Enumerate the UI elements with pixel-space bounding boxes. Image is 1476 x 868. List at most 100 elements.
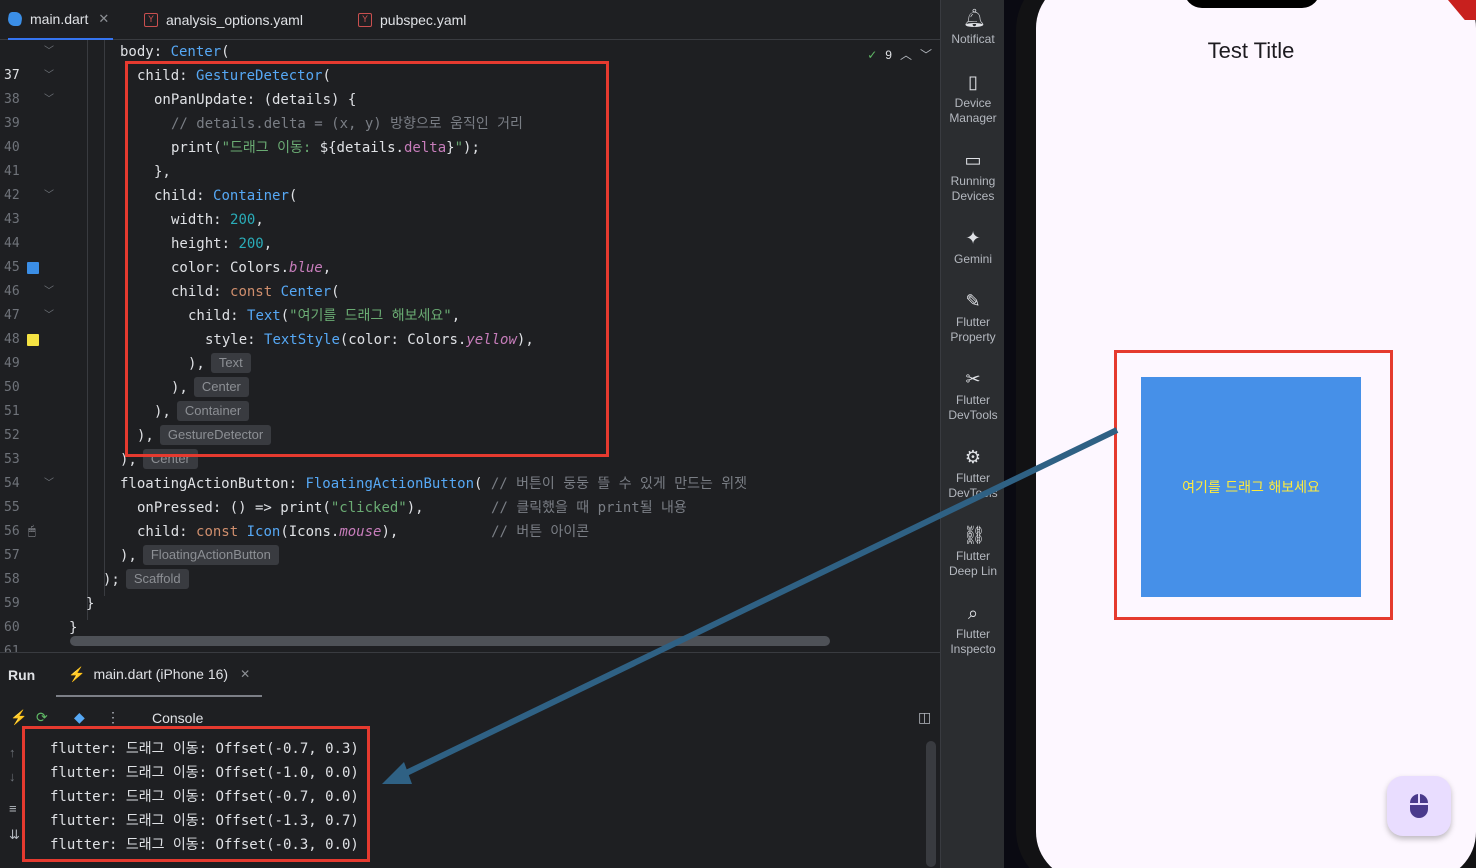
- tool-window-strip: 🔔︎ Notificat ▯ Device Manager ▭ Running …: [940, 0, 1004, 868]
- hot-restart-icon[interactable]: ⟳: [36, 709, 48, 726]
- tool-flutter-property[interactable]: ✎ Flutter Property: [941, 291, 1005, 345]
- run-panel-title: Run: [8, 667, 36, 683]
- fold-icon[interactable]: ﹀: [44, 64, 54, 88]
- tool-flutter-devtools-ext[interactable]: ⚙ Flutter DevTools: [941, 447, 1005, 501]
- tab-main-dart[interactable]: main.dart ✕: [6, 0, 114, 40]
- code-line: 40 // details.delta = (x, y) 방향으로 움직인 거리: [0, 112, 940, 155]
- layout-icon[interactable]: ◫: [918, 709, 931, 726]
- code-line: 55 ﹀ floatingActionButton: FloatingActio…: [0, 472, 940, 515]
- tool-label: Device: [954, 96, 992, 110]
- running-devices-icon: ▭: [964, 150, 982, 170]
- closing-label-hint: Container: [176, 401, 250, 421]
- code-line: 49 style: TextStyle(color: Colors.yellow…: [0, 328, 940, 371]
- code-line: 53 ), GestureDetector: [0, 424, 940, 467]
- tab-run-config[interactable]: ⚡ main.dart (iPhone 16) ✕: [56, 653, 263, 697]
- tool-label: Devices: [951, 189, 995, 203]
- devtools-icon: ✂: [965, 369, 981, 389]
- tab-label: pubspec.yaml: [380, 12, 467, 28]
- fold-icon[interactable]: ﹀: [44, 472, 54, 496]
- arrow-down-icon[interactable]: ↓: [9, 769, 16, 784]
- tool-label: Flutter: [955, 549, 990, 563]
- tab-pubspec[interactable]: Y pubspec.yaml: [358, 0, 466, 40]
- hot-reload-icon[interactable]: ⚡: [10, 709, 27, 726]
- tool-label: Inspecto: [950, 642, 996, 656]
- code-line: 41 print("드래그 이동: ${details.delta}");: [0, 136, 940, 179]
- bell-icon: 🔔︎: [963, 8, 986, 28]
- run-config-label: main.dart (iPhone 16): [93, 666, 229, 682]
- more-vertical-icon[interactable]: ⋮: [106, 709, 120, 726]
- closing-label-hint: Scaffold: [125, 569, 189, 589]
- device-manager-icon: ▯: [968, 72, 978, 92]
- code-line: 38 ﹀ child: GestureDetector(: [0, 64, 940, 107]
- horizontal-scrollbar[interactable]: [70, 636, 830, 646]
- tab-label: analysis_options.yaml: [166, 12, 303, 28]
- highlight-box: [1114, 350, 1393, 620]
- tool-flutter-deep-links[interactable]: ⛓ Flutter Deep Lin: [941, 525, 1005, 579]
- code-line: 51 ), Center: [0, 376, 940, 419]
- closing-label-hint: Center: [193, 377, 249, 397]
- tab-analysis-options[interactable]: Y analysis_options.yaml: [144, 0, 303, 40]
- editor-tab-bar: main.dart ✕ Y analysis_options.yaml Y pu…: [0, 0, 940, 40]
- close-icon[interactable]: ✕: [98, 11, 109, 27]
- tool-label: DevTools: [948, 408, 998, 422]
- code-editor[interactable]: ✓ 9 ︿ ﹀ 37 ﹀ body: Center( 38 ﹀ child: G…: [0, 40, 940, 652]
- console-tab[interactable]: Console: [152, 710, 203, 726]
- pencil-icon: ✎: [965, 291, 981, 311]
- tool-flutter-devtools[interactable]: ✂ Flutter DevTools: [941, 369, 1005, 423]
- code-line: 54 ), Center: [0, 448, 940, 491]
- fold-icon[interactable]: ﹀: [44, 280, 54, 304]
- vertical-scrollbar[interactable]: [926, 741, 936, 867]
- code-line: 59 ); Scaffold: [0, 568, 940, 611]
- run-tab-bar: Run ⚡ main.dart (iPhone 16) ✕: [0, 653, 940, 697]
- code-line: 45 height: 200,: [0, 232, 940, 275]
- fold-icon[interactable]: ﹀: [44, 40, 54, 64]
- tool-gemini[interactable]: ✦ Gemini: [941, 228, 1005, 267]
- soft-wrap-icon[interactable]: ≡: [9, 801, 17, 816]
- code-line: 50 ), Text: [0, 352, 940, 395]
- tool-label: Flutter: [955, 627, 990, 641]
- tool-label: Flutter: [955, 471, 990, 485]
- mouse-icon: [1410, 794, 1428, 818]
- code-line: 47 ﹀ child: const Center(: [0, 280, 940, 323]
- dart-file-icon: [6, 12, 24, 26]
- code-line: 39 ﹀ onPanUpdate: (details) {: [0, 88, 940, 131]
- code-line: 46 color: Colors.blue,: [0, 256, 940, 299]
- yaml-file-icon: Y: [358, 13, 372, 27]
- code-line: 44 width: 200,: [0, 208, 940, 251]
- mouse-icon[interactable]: 🖱: [28, 520, 36, 544]
- fold-icon[interactable]: ﹀: [44, 304, 54, 328]
- tool-label: Property: [950, 330, 996, 344]
- tool-label: Notificat: [951, 32, 995, 46]
- tab-label: main.dart: [30, 11, 89, 27]
- floating-action-button[interactable]: [1387, 776, 1451, 836]
- code-line: 57 🖱 child: const Icon(Icons.mouse), // …: [0, 520, 940, 563]
- code-line: 60 }: [0, 592, 940, 635]
- tool-notifications[interactable]: 🔔︎ Notificat: [941, 8, 1005, 47]
- closing-label-hint: Text: [210, 353, 251, 373]
- closing-label-hint: GestureDetector: [159, 425, 272, 445]
- tool-running-devices[interactable]: ▭ Running Devices: [941, 150, 1005, 204]
- tool-label: Flutter: [955, 315, 990, 329]
- color-swatch-icon[interactable]: [27, 334, 39, 346]
- tool-label: Manager: [949, 111, 997, 125]
- line-number: 61: [4, 644, 20, 652]
- code-line: 37 ﹀ body: Center(: [0, 40, 940, 83]
- arrow-up-icon[interactable]: ↑: [9, 745, 16, 760]
- color-swatch-icon[interactable]: [27, 262, 39, 274]
- tool-label: Running: [950, 174, 996, 188]
- fold-icon[interactable]: ﹀: [44, 184, 54, 208]
- dynamic-island: [1184, 0, 1320, 8]
- tool-label: Flutter: [955, 393, 990, 407]
- fold-icon[interactable]: ﹀: [44, 88, 54, 112]
- dart-devtools-icon[interactable]: ◆: [74, 709, 85, 726]
- tool-device-manager[interactable]: ▯ Device Manager: [941, 72, 1005, 126]
- close-icon[interactable]: ✕: [240, 667, 250, 681]
- closing-label-hint: Center: [142, 449, 198, 469]
- scroll-to-end-icon[interactable]: ⇊: [9, 827, 20, 843]
- link-icon: ⛓: [963, 525, 986, 545]
- code-line: 58 ), FloatingActionButton: [0, 544, 940, 587]
- highlight-box: [22, 726, 370, 862]
- tool-flutter-inspector[interactable]: ⌕ Flutter Inspecto: [941, 603, 1005, 657]
- gemini-sparkle-icon: ✦: [965, 228, 981, 248]
- tool-label: Gemini: [953, 252, 992, 266]
